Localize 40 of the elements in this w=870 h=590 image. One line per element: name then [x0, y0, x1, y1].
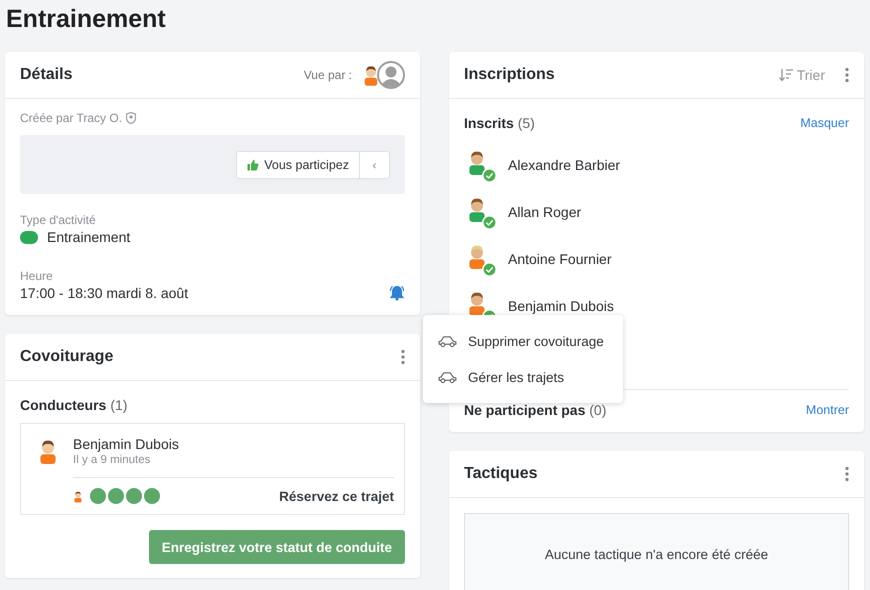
- show-link[interactable]: Montrer: [806, 403, 849, 417]
- not-participating-label: Ne participent pas: [464, 402, 586, 418]
- card-title: Tactiques: [464, 465, 538, 483]
- menu-item[interactable]: Supprimer covoiturage: [423, 323, 623, 359]
- registrant-name[interactable]: Allan Roger: [508, 204, 582, 220]
- empty-message: Aucune tactique n'a encore été créée: [544, 546, 768, 562]
- created-by-text: Créée par Tracy O.: [20, 111, 122, 125]
- car-icon: [438, 334, 457, 348]
- car-icon: [438, 370, 457, 384]
- activity-type: Entrainement: [47, 229, 130, 245]
- card-title: Covoiturage: [20, 348, 114, 366]
- menu-item[interactable]: Gérer les trajets: [423, 359, 623, 395]
- event-time: 17:00 - 18:30 mardi 8. août: [20, 285, 190, 301]
- driver-time: Il y a 9 minutes: [73, 454, 394, 478]
- more-icon[interactable]: [845, 466, 849, 482]
- drivers-count: (1): [110, 397, 128, 413]
- collapse-button[interactable]: ‹: [360, 150, 390, 178]
- not-participating-count: (0): [589, 402, 606, 418]
- hide-link[interactable]: Masquer: [800, 116, 849, 130]
- driver-name: Benjamin Dubois: [73, 436, 180, 452]
- registered-count: (5): [518, 115, 535, 131]
- shield-icon: [126, 112, 136, 124]
- card-title: Inscriptions: [464, 66, 555, 84]
- drivers-label: Conducteurs: [20, 397, 106, 413]
- more-icon[interactable]: [401, 349, 405, 365]
- registered-label: Inscrits: [464, 115, 514, 131]
- viewed-by-label: Vue par :: [304, 68, 352, 82]
- activity-type-label: Type d'activité: [20, 213, 97, 227]
- more-icon[interactable]: [845, 67, 849, 83]
- thumbs-up-icon: [247, 158, 260, 170]
- registrant-name[interactable]: Antoine Fournier: [508, 250, 612, 266]
- page-title: Entrainement: [5, 4, 167, 35]
- book-ride-link[interactable]: Réservez ce trajet: [279, 488, 394, 504]
- sort-icon: [778, 68, 794, 82]
- registrant-name[interactable]: Benjamin Dubois: [508, 298, 614, 314]
- participation-button[interactable]: Vous participez: [236, 150, 360, 178]
- card-title: Détails: [20, 66, 72, 84]
- bell-icon[interactable]: [389, 285, 405, 301]
- time-label: Heure: [20, 269, 54, 283]
- registrant-name[interactable]: Alexandre Barbier: [508, 156, 620, 172]
